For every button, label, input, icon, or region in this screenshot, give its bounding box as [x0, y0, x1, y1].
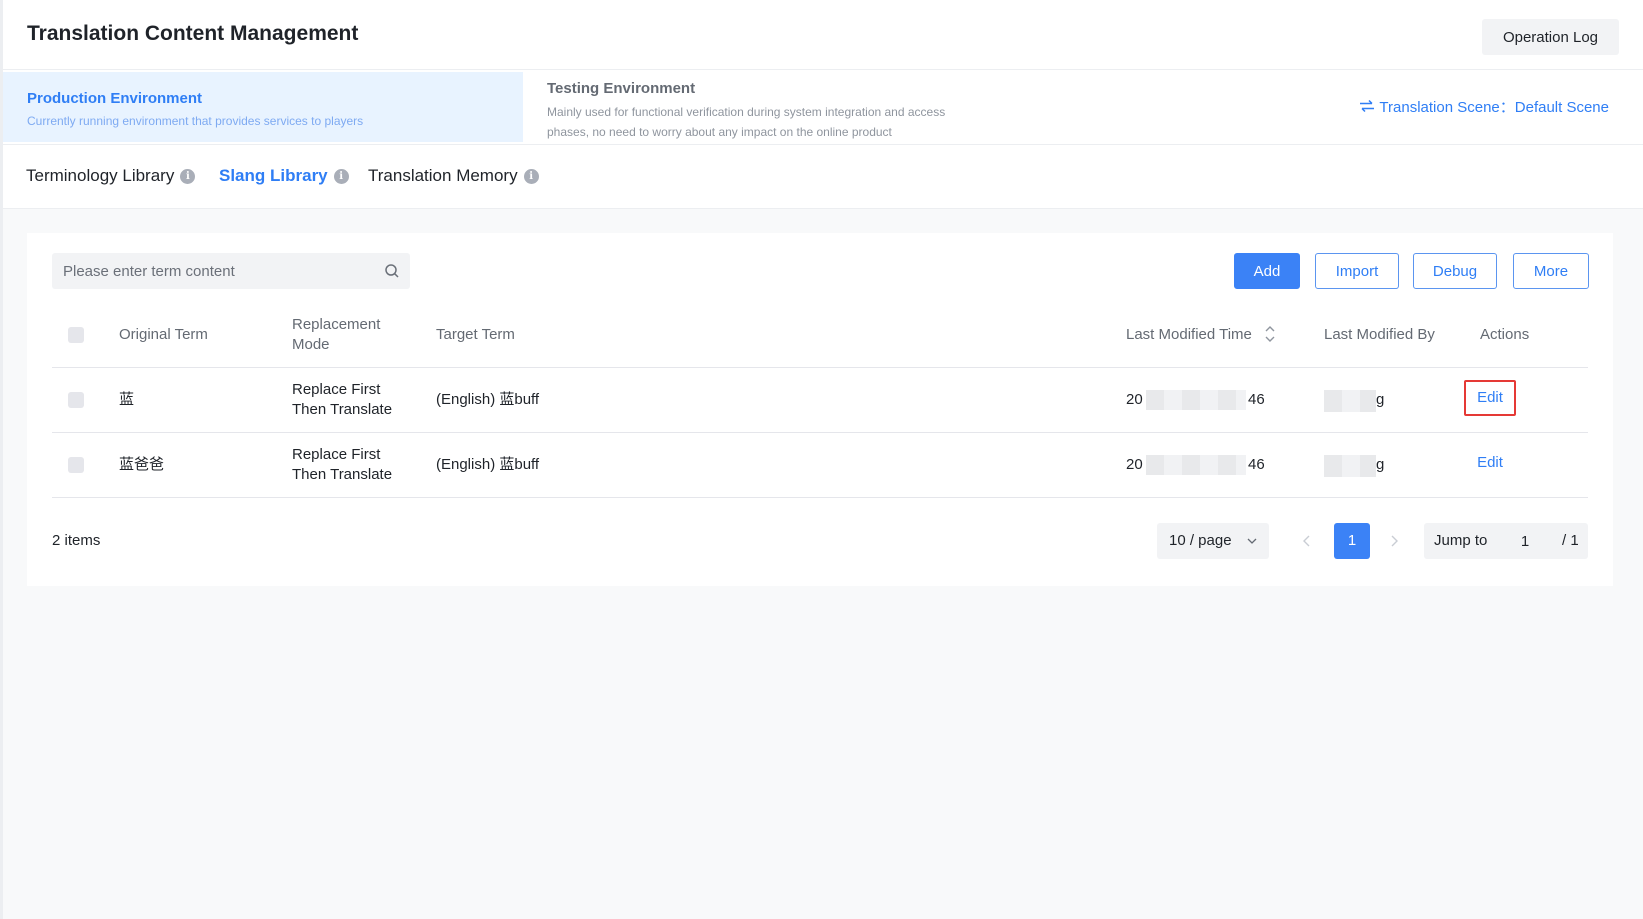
original-term-cell: 蓝 [119, 391, 135, 408]
more-button[interactable]: More [1513, 253, 1589, 289]
operation-log-button[interactable]: Operation Log [1482, 19, 1619, 55]
debug-button[interactable]: Debug [1413, 253, 1497, 289]
translation-scene-selector[interactable]: Translation Scene：Default Scene [1359, 96, 1609, 117]
total-items-label: 2 items [52, 532, 101, 549]
original-term-cell: 蓝爸爸 [119, 456, 165, 473]
library-tabs: Terminology Library i Slang Library i Tr… [3, 145, 1643, 209]
page-number-current[interactable]: 1 [1334, 523, 1370, 559]
testing-environment-tab[interactable]: Testing Environment Mainly used for func… [523, 72, 1003, 142]
total-pages-label: / 1 [1562, 532, 1579, 549]
table-header-row: Original Term Replacement Mode Target Te… [52, 303, 1588, 368]
chevron-down-icon [1247, 538, 1257, 544]
sort-icon[interactable] [1264, 323, 1276, 345]
swap-icon [1359, 99, 1379, 116]
search-icon[interactable] [384, 263, 400, 279]
production-environment-title: Production Environment [27, 90, 203, 107]
redacted-time-block [1146, 390, 1246, 410]
page-size-select[interactable]: 10 / page [1157, 523, 1269, 559]
column-header-last-modified-by: Last Modified By [1324, 326, 1435, 343]
column-header-actions: Actions [1480, 326, 1530, 343]
last-modified-time-prefix: 20 [1126, 456, 1143, 473]
last-modified-by-suffix: g [1376, 391, 1385, 408]
last-modified-time-suffix: 46 [1248, 456, 1265, 473]
last-modified-time-suffix: 46 [1248, 391, 1265, 408]
tab-slang-library-label: Slang Library [219, 166, 328, 185]
slang-library-panel: Add Import Debug More Original Term Repl… [27, 233, 1613, 586]
add-button[interactable]: Add [1234, 253, 1300, 289]
edit-link[interactable]: Edit [1464, 380, 1516, 416]
row-checkbox[interactable] [68, 392, 84, 408]
replacement-mode-cell: Replace First Then Translate [292, 381, 393, 418]
last-modified-by-suffix: g [1376, 456, 1385, 473]
search-box [52, 253, 410, 289]
redacted-user-block [1324, 455, 1376, 477]
target-term-cell: (English) 蓝buff [436, 391, 540, 408]
jump-to-page: Jump to / 1 [1424, 523, 1588, 559]
replacement-mode-cell: Replace First Then Translate [292, 446, 393, 483]
next-page-icon[interactable] [1386, 533, 1402, 549]
target-term-cell: (English) 蓝buff [436, 456, 540, 473]
page-size-value: 10 / page [1169, 532, 1232, 549]
tab-slang-library[interactable]: Slang Library i [219, 166, 349, 186]
translation-scene-label: Translation Scene： [1379, 99, 1515, 116]
info-icon[interactable]: i [523, 168, 539, 184]
column-header-original-term: Original Term [119, 326, 208, 343]
info-icon[interactable]: i [333, 168, 349, 184]
environment-bar: Production Environment Currently running… [3, 70, 1643, 145]
search-input[interactable] [52, 253, 372, 289]
last-modified-time-prefix: 20 [1126, 391, 1143, 408]
tab-translation-memory[interactable]: Translation Memory i [368, 166, 539, 186]
table-row: 蓝爸爸 Replace First Then Translate (Englis… [52, 433, 1588, 498]
jump-to-label: Jump to [1434, 532, 1488, 549]
testing-environment-title: Testing Environment [547, 80, 696, 97]
tab-terminology-library[interactable]: Terminology Library i [26, 166, 196, 186]
jump-page-input[interactable] [1500, 523, 1550, 559]
redacted-user-block [1324, 390, 1376, 412]
edit-link[interactable]: Edit [1464, 447, 1516, 483]
translation-scene-value: Default Scene [1514, 99, 1609, 116]
column-header-last-modified-time: Last Modified Time [1126, 326, 1252, 343]
select-all-checkbox[interactable] [68, 327, 84, 343]
tab-terminology-library-label: Terminology Library [26, 166, 175, 185]
page-header: Translation Content Management Operation… [3, 0, 1643, 70]
testing-environment-description: Mainly used for functional verification … [547, 105, 946, 139]
tab-translation-memory-label: Translation Memory [368, 166, 518, 185]
prev-page-icon[interactable] [1299, 533, 1315, 549]
redacted-time-block [1146, 455, 1246, 475]
info-icon[interactable]: i [180, 168, 196, 184]
column-header-target-term: Target Term [436, 326, 515, 343]
production-environment-tab[interactable]: Production Environment Currently running… [3, 72, 523, 142]
row-checkbox[interactable] [68, 457, 84, 473]
import-button[interactable]: Import [1315, 253, 1399, 289]
table-row: 蓝 Replace First Then Translate (English)… [52, 368, 1588, 433]
production-environment-description: Currently running environment that provi… [27, 114, 364, 128]
page-title: Translation Content Management [27, 22, 359, 45]
column-header-replacement-mode: Replacement Mode [292, 316, 381, 353]
